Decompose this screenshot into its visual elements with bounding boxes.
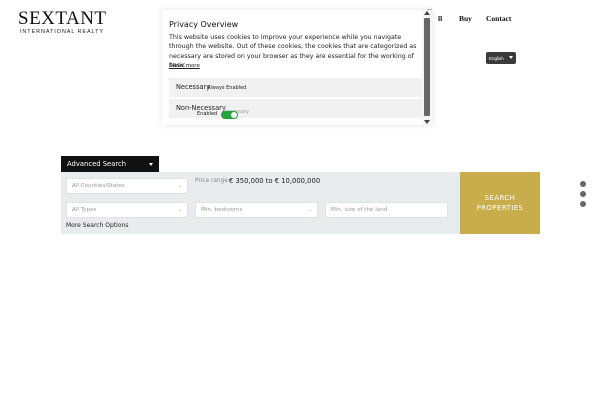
scrollbar-thumb[interactable] [424,18,430,116]
bedrooms-select[interactable]: Min. bedrooms ⌄ [195,202,318,218]
types-placeholder: All Types [72,207,97,213]
bedrooms-placeholder: Min. bedrooms [201,207,243,213]
search-properties-button[interactable]: SEARCH PROPERTIES [460,172,540,234]
language-selector[interactable]: English [486,52,516,64]
scroll-up-icon[interactable] [424,11,430,15]
logo-wordmark: SEXTANT [18,8,107,29]
nav-item-partial[interactable]: ll [438,14,442,23]
more-search-options-link[interactable]: More Search Options [66,222,128,229]
land-size-placeholder: Min. size of the land [331,207,388,213]
slider-dot[interactable] [580,201,586,207]
toggle-knob [231,112,237,118]
types-select[interactable]: All Types ⌄ [66,202,188,218]
nav-item-buy[interactable]: Buy [459,14,472,23]
slider-dot[interactable] [580,181,586,187]
category-status: Always Enabled [207,85,247,91]
search-panel: All Counties/States ⌄ Price range: € 350… [61,172,460,234]
toggle-label: Enabled [197,111,218,117]
scroll-down-icon[interactable] [424,120,430,124]
chevron-down-icon: ⌄ [177,183,182,189]
logo-tagline: INTERNATIONAL REALTY [20,29,104,35]
modal-description: This website uses cookies to improve you… [169,34,417,69]
category-title: Necessary [176,83,211,91]
nav-item-contact[interactable]: Contact [486,14,511,23]
chevron-down-icon [509,56,513,59]
slider-pagination [580,181,586,211]
counties-placeholder: All Counties/States [72,183,125,189]
modal-scrollbar[interactable] [422,10,432,125]
show-more-link[interactable]: Show more [169,63,200,69]
counties-select[interactable]: All Counties/States ⌄ [66,178,188,194]
language-label: English [489,55,504,61]
chevron-down-icon [149,163,153,166]
chevron-down-icon: ⌄ [307,207,312,213]
advanced-search-label: Advanced Search [67,160,127,168]
price-range-label: Price range: [195,178,230,184]
price-range-value[interactable]: € 350,000 to € 10,000,000 [229,177,320,185]
chevron-down-icon: ⌄ [177,207,182,213]
sextant-logo[interactable]: SEXTANT INTERNATIONAL REALTY [18,9,107,35]
non-necessary-toggle[interactable] [221,111,238,119]
land-size-input[interactable]: Min. size of the land [325,202,448,218]
privacy-overview-modal: × Privacy Overview This website uses coo… [162,7,432,125]
modal-title: Privacy Overview [169,20,239,29]
cookie-category-necessary[interactable]: Necessary Always Enabled [169,78,422,97]
advanced-search-toggle[interactable]: Advanced Search [61,156,159,172]
slider-dot[interactable] [580,191,586,197]
